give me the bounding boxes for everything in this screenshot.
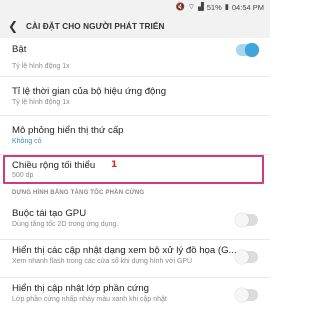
section-header: DỰNG HÌNH BẰNG TĂNG TỐC PHẦN CỨNG [12,190,145,196]
list-item-title: Hiển thị cập nhật lớp phần cứng [12,283,149,294]
toggle-knob [235,213,249,227]
list-item-title: Buộc tái tạo GPU [12,208,87,219]
list-item-subtitle: Dùng tăng tốc 2D trong ứng dụng. [12,221,119,228]
back-arrow-icon[interactable]: ❮ [0,14,26,38]
list-item-force-gpu-rendering[interactable]: Buộc tái tạo GPU Dùng tăng tốc 2D trong … [0,202,270,238]
toggle-knob [245,43,259,57]
app-bar: ❮ CÀI ĐẶT CHO NGƯỜI PHÁT TRIỂN [0,14,270,38]
list-item-subtitle: Tỷ lệ hình động 1x [12,99,70,106]
signal-icon: ▟ [197,2,204,12]
list-item-title: Chiều rộng tối thiểu [12,160,96,171]
list-item-show-hardware-layer-updates[interactable]: Hiển thị cập nhật lớp phần cứng Lớp phần… [0,278,270,314]
list-item-show-gpu-view-updates[interactable]: Hiển thị các cập nhật dạng xem bộ xử lý … [0,240,270,276]
mute-icon: 🔇 [175,2,185,12]
toggle-knob [235,288,249,302]
partial-item-subtitle: Tỷ lệ hình động 1x [12,63,70,70]
list-item-simulate-secondary-display[interactable]: Mô phỏng hiển thị thứ cấp Không có [0,116,270,153]
list-item-subtitle: Không có [12,138,42,145]
list-item-subtitle: Xem nhanh flash trong các cửa sổ khi dựn… [12,258,193,265]
gpu-view-updates-toggle[interactable] [235,250,258,264]
battery-percent: 51% [206,2,222,12]
clock: 04:54 PM [231,2,264,12]
wifi-icon: ⌔ [187,2,195,12]
list-item-title: Mô phỏng hiển thị thứ cấp [12,125,124,136]
status-bar: 🔇 ⌔ ▟ 51% ▮ 04:54 PM [0,0,270,14]
list-item-subtitle: 500 dp [12,172,34,179]
partial-list-item[interactable]: Tỷ lệ hình động 1x [0,62,270,76]
list-item-subtitle: Lớp phần cứng nhấp nháy màu xanh khi cập… [12,296,167,303]
battery-icon: ▮ [224,2,229,12]
list-item-animator-duration-scale[interactable]: Tỉ lệ thời gian của bộ hiệu ứng động Tỷ … [0,77,270,114]
toggle-knob [235,250,249,264]
list-item-title: Hiển thị các cập nhật dạng xem bộ xử lý … [12,245,237,256]
master-switch-row[interactable]: Bật [0,38,270,62]
annotation-number: 1 [111,160,118,170]
list-item-smallest-width[interactable]: Chiều rộng tối thiểu 500 dp 1 [0,156,270,183]
list-item-title: Tỉ lệ thời gian của bộ hiệu ứng động [12,86,167,97]
hardware-layer-updates-toggle[interactable] [235,288,258,302]
force-gpu-toggle[interactable] [235,213,258,227]
master-switch-label: Bật [12,44,27,55]
page-title: CÀI ĐẶT CHO NGƯỜI PHÁT TRIỂN [26,21,165,31]
master-switch-toggle[interactable] [236,43,259,57]
